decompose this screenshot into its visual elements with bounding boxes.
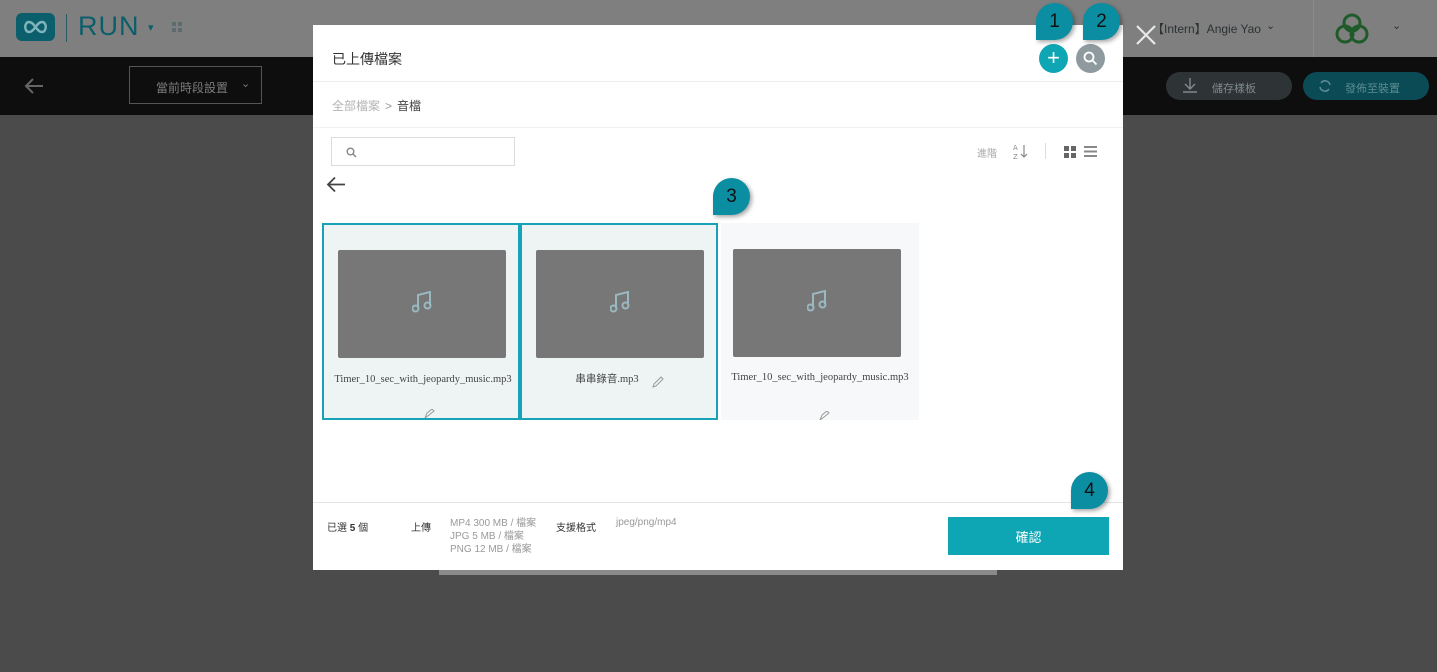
selected-prefix: 已選 — [327, 523, 347, 534]
search-icon — [1083, 51, 1098, 66]
search-button[interactable] — [1076, 44, 1105, 73]
music-note-icon — [610, 291, 630, 313]
edit-pencil-icon[interactable] — [652, 376, 664, 388]
close-icon[interactable] — [1133, 22, 1159, 48]
chevron-down-icon: ⌄ — [241, 78, 251, 90]
chevron-down-icon[interactable]: ⌄ — [1266, 19, 1275, 32]
stage-select[interactable]: 當前時段設置 ⌄ — [129, 66, 262, 104]
file-search-input[interactable] — [362, 142, 511, 163]
svg-text:Z: Z — [1013, 153, 1018, 160]
file-name: Timer_10_sec_with_jeopardy_music.mp3 — [731, 372, 909, 383]
uploaded-files-dialog: 已上傳檔案 + 全部檔案 > 音檔 進階 A Z Timer_10_sec_wi… — [313, 25, 1123, 570]
divider — [313, 127, 1123, 128]
view-toggle-divider — [1045, 143, 1046, 159]
infinity-icon — [24, 20, 47, 34]
edit-pencil-icon[interactable] — [819, 411, 830, 420]
dialog-title: 已上傳檔案 — [332, 51, 402, 67]
callout-number: 3 — [726, 186, 737, 207]
sort-label[interactable]: 進階 — [977, 145, 997, 160]
music-note-icon — [807, 290, 827, 312]
save-template-button[interactable]: 儲存樣板 — [1166, 72, 1292, 100]
file-name: Timer_10_sec_with_jeopardy_music.mp3 — [334, 374, 512, 385]
svg-text:A: A — [1013, 144, 1018, 152]
grid-view-icon[interactable] — [1064, 146, 1076, 158]
edit-pencil-icon[interactable] — [424, 409, 435, 418]
upload-limit: JPG 5 MB / 檔案 — [450, 531, 524, 542]
sync-icon — [1319, 80, 1331, 92]
list-view-icon[interactable] — [1084, 146, 1097, 157]
breadcrumb: 全部檔案 > 音檔 — [332, 97, 421, 114]
confirm-button[interactable]: 確認 — [948, 517, 1109, 555]
file-card[interactable]: 串串錄音.mp3 — [520, 223, 718, 420]
selected-count-value: 5 — [349, 523, 356, 534]
publish-button[interactable]: 發佈至裝置 — [1303, 72, 1429, 100]
divider — [313, 81, 1123, 82]
upload-label: 上傳 — [411, 523, 431, 534]
stage-select-label: 當前時段設置 — [156, 81, 229, 95]
app-logo[interactable] — [16, 13, 55, 41]
callout-number: 2 — [1096, 11, 1107, 32]
file-card[interactable]: Timer_10_sec_with_jeopardy_music.mp3 — [721, 223, 919, 420]
callout-number: 4 — [1084, 480, 1095, 501]
publish-label: 發佈至裝置 — [1345, 83, 1400, 95]
save-template-label: 儲存樣板 — [1212, 83, 1256, 95]
callout-number: 1 — [1049, 11, 1060, 32]
apps-grid-icon[interactable] — [172, 22, 182, 32]
callout-marker: 1 — [1036, 3, 1073, 40]
callout-marker: 4 — [1071, 472, 1108, 509]
footer-divider — [313, 502, 1123, 503]
sort-az-icon[interactable]: A Z — [1013, 143, 1029, 160]
add-file-button[interactable]: + — [1039, 44, 1068, 73]
chevron-down-icon[interactable]: ⌄ — [1392, 19, 1401, 32]
upload-limit: MP4 300 MB / 檔案 — [450, 518, 537, 529]
file-thumbnail — [536, 250, 704, 358]
file-card[interactable]: Timer_10_sec_with_jeopardy_music.mp3 — [322, 223, 520, 420]
brand-rings-icon[interactable] — [1334, 13, 1370, 45]
search-icon — [346, 147, 357, 158]
callout-marker: 3 — [713, 178, 750, 215]
arrow-left-icon[interactable] — [326, 176, 346, 193]
callout-marker: 2 — [1083, 3, 1120, 40]
app-name: RUN — [78, 11, 140, 41]
logo-divider — [66, 14, 67, 42]
upload-limit: PNG 12 MB / 檔案 — [450, 544, 532, 555]
download-icon — [1183, 78, 1197, 93]
header-divider — [1313, 0, 1314, 57]
arrow-left-icon[interactable] — [24, 77, 44, 95]
formats-value: jpeg/png/mp4 — [616, 517, 677, 528]
upload-limits: MP4 300 MB / 檔案 JPG 5 MB / 檔案 PNG 12 MB … — [450, 517, 536, 556]
music-note-icon — [412, 291, 432, 313]
user-menu[interactable]: 【Intern】Angie Yao — [1152, 20, 1261, 37]
file-thumbnail — [733, 249, 901, 357]
breadcrumb-root[interactable]: 全部檔案 — [332, 99, 380, 113]
file-search[interactable] — [331, 137, 515, 166]
selected-suffix: 個 — [358, 523, 369, 534]
chevron-down-icon[interactable]: ▾ — [148, 21, 154, 34]
file-thumbnail — [338, 250, 506, 358]
breadcrumb-current: 音檔 — [397, 99, 422, 113]
formats-label: 支援格式 — [556, 523, 596, 534]
plus-icon: + — [1047, 45, 1060, 70]
breadcrumb-separator: > — [385, 99, 393, 113]
selected-count: 已選 5 個 — [327, 519, 368, 534]
